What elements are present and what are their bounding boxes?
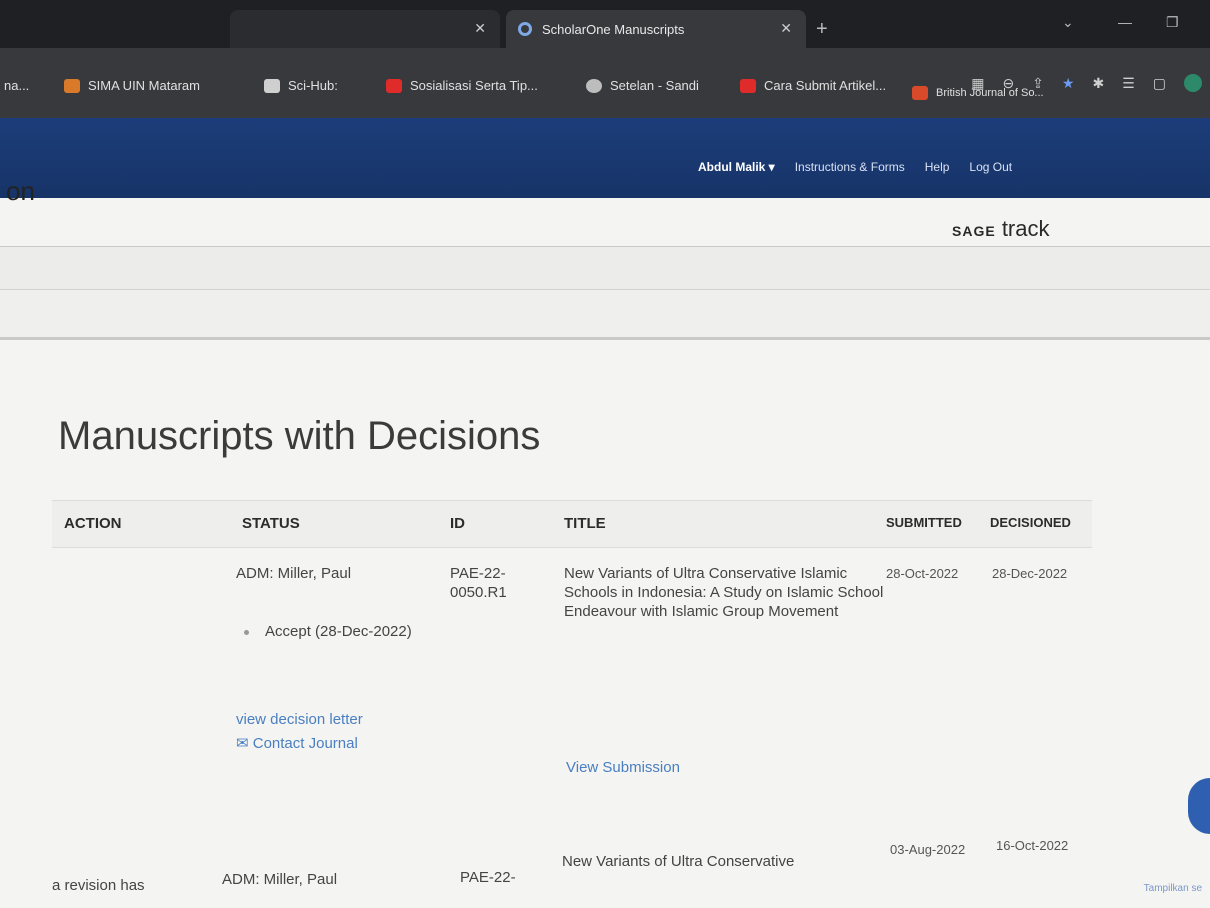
browser-tab-bar: ✕ ScholarOne Manuscripts ✕ + ⌄ — ❐: [0, 0, 1210, 48]
page-content: on SAGE track Manuscripts with Decisions…: [0, 176, 1210, 908]
manuscript-id: PAE-22-: [460, 869, 516, 886]
view-submission-link[interactable]: View Submission: [566, 758, 680, 777]
bookmark-cara-submit[interactable]: Cara Submit Artikel...: [740, 78, 886, 93]
sima-icon: [64, 78, 80, 93]
logout-link[interactable]: Log Out: [969, 160, 1012, 174]
submitted-date: 28-Oct-2022: [886, 566, 959, 581]
column-title: TITLE: [564, 515, 606, 532]
browser-tab[interactable]: ✕: [230, 10, 500, 48]
status-person: ADM: Miller, Paul: [222, 871, 338, 888]
user-menu[interactable]: Abdul Malik ▾: [698, 160, 775, 174]
side-panel-icon[interactable]: ▢: [1153, 75, 1166, 92]
status-decision: Accept (28-Dec-2022): [244, 622, 424, 641]
share-icon[interactable]: ⇪: [1032, 75, 1044, 92]
browser-toolbar: ▦ ⊖ ⇪ ★ ✱ ☰ ▢: [971, 74, 1202, 92]
column-action: ACTION: [64, 515, 122, 532]
site-header: Abdul Malik ▾ Instructions & Forms Help …: [0, 118, 1210, 198]
zoom-icon[interactable]: ⊖: [1002, 75, 1014, 92]
translate-icon[interactable]: ▦: [971, 75, 984, 92]
nav-band: [0, 246, 1210, 290]
bookmarks-bar: na... SIMA UIN Mataram Sci-Hub: Sosialis…: [0, 48, 1210, 118]
subnav-band: [0, 290, 1210, 340]
manuscript-title: New Variants of Ultra Conservative: [562, 853, 795, 870]
profile-avatar[interactable]: [1184, 74, 1202, 92]
bookmark-setelan[interactable]: Setelan - Sandi: [586, 78, 699, 93]
column-status: STATUS: [242, 515, 300, 532]
manuscript-id: PAE-22-0050.R1: [450, 565, 507, 601]
column-decisioned: DECISIONED: [990, 515, 1071, 530]
new-tab-icon[interactable]: +: [816, 18, 828, 41]
table-header: ACTION STATUS ID TITLE SUBMITTED DECISIO…: [52, 500, 1092, 548]
tab-close-icon[interactable]: ✕: [474, 20, 486, 37]
bookmark-scihub[interactable]: Sci-Hub:: [264, 78, 338, 93]
section-title: Manuscripts with Decisions: [58, 414, 541, 458]
minimize-icon[interactable]: —: [1118, 14, 1132, 30]
action-text[interactable]: a revision has: [52, 876, 145, 895]
bullet-icon: [244, 629, 249, 635]
page-heading: on: [6, 176, 35, 206]
user-links: Abdul Malik ▾ Instructions & Forms Help …: [698, 160, 1012, 174]
contact-journal-link[interactable]: ✉ Contact Journal: [236, 734, 358, 753]
gear-icon: [586, 78, 602, 93]
bookmark-item[interactable]: na...: [4, 78, 29, 93]
youtube-icon: [386, 78, 402, 93]
tab-close-icon[interactable]: ✕: [780, 20, 792, 37]
restore-icon[interactable]: ❐: [1166, 14, 1179, 31]
extensions-icon[interactable]: ✱: [1092, 75, 1104, 92]
footnote[interactable]: Tampilkan se: [1144, 883, 1202, 894]
status-person: ADM: Miller, Paul: [236, 565, 352, 582]
browser-tab-active[interactable]: ScholarOne Manuscripts ✕: [506, 10, 806, 48]
youtube-icon: [740, 78, 756, 93]
submitted-date: 03-Aug-2022: [890, 842, 966, 857]
scholarone-icon: [518, 22, 532, 36]
decisions-table: ACTION STATUS ID TITLE SUBMITTED DECISIO…: [52, 500, 1092, 894]
chat-widget[interactable]: [1188, 778, 1210, 834]
column-submitted: SUBMITTED: [886, 515, 962, 530]
decisioned-date: 16-Oct-2022: [996, 838, 1069, 853]
bookmark-sosialisasi[interactable]: Sosialisasi Serta Tip...: [386, 78, 538, 93]
manuscript-title: New Variants of Ultra Conservative Islam…: [564, 565, 884, 620]
instructions-forms-link[interactable]: Instructions & Forms: [795, 160, 905, 174]
column-id: ID: [450, 515, 465, 532]
bookmark-icon: [912, 86, 928, 100]
bookmark-star-icon[interactable]: ★: [1062, 75, 1075, 92]
reading-list-icon[interactable]: ☰: [1122, 75, 1135, 92]
help-link[interactable]: Help: [925, 160, 950, 174]
tab-label: ScholarOne Manuscripts: [542, 21, 685, 37]
bookmark-sima[interactable]: SIMA UIN Mataram: [64, 78, 200, 93]
tab-search-icon[interactable]: ⌄: [1062, 14, 1074, 31]
scihub-icon: [264, 78, 280, 93]
sage-track-logo: SAGE track: [952, 216, 1050, 241]
view-decision-letter-link[interactable]: view decision letter: [236, 710, 363, 729]
decisioned-date: 28-Dec-2022: [992, 566, 1068, 581]
envelope-icon: ✉: [236, 735, 249, 752]
